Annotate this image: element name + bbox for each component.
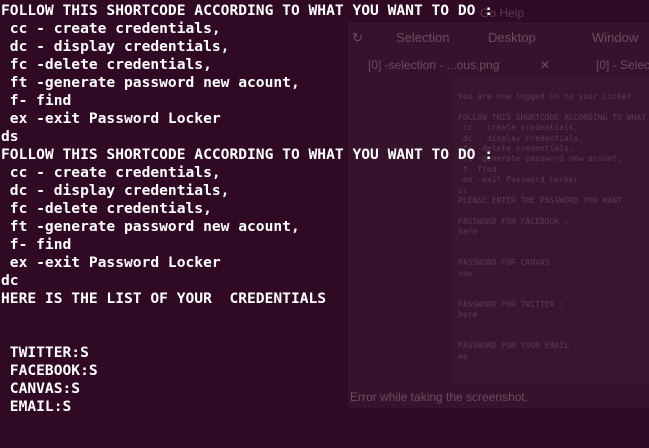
- terminal-line: fc -delete credentials,: [1, 200, 212, 217]
- terminal-line: ft -generate password new acount,: [1, 74, 300, 91]
- terminal-line: FOLLOW THIS SHORTCODE ACCORDING TO WHAT …: [1, 2, 494, 19]
- terminal-line: fc -delete credentials,: [1, 56, 212, 73]
- terminal-line: CANVAS:S: [1, 380, 81, 397]
- terminal-line: cc - create credentials,: [1, 20, 221, 37]
- terminal-line: f- find: [1, 92, 72, 109]
- terminal-line: EMAIL:S: [1, 398, 72, 415]
- terminal-line: cc - create credentials,: [1, 164, 221, 181]
- terminal-line: dc: [1, 272, 19, 289]
- terminal-line: ft -generate password new acount,: [1, 218, 300, 235]
- terminal-line: ex -exit Password Locker: [1, 110, 221, 127]
- terminal-output[interactable]: FOLLOW THIS SHORTCODE ACCORDING TO WHAT …: [1, 2, 647, 416]
- terminal-line: ex -exit Password Locker: [1, 254, 221, 271]
- terminal-line: HERE IS THE LIST OF YOUR CREDENTIALS: [1, 290, 327, 307]
- terminal-line: f- find: [1, 236, 72, 253]
- terminal-line: dc - display credentials,: [1, 182, 230, 199]
- terminal-line: ds: [1, 128, 19, 145]
- terminal-line: FOLLOW THIS SHORTCODE ACCORDING TO WHAT …: [1, 146, 494, 163]
- terminal-line: TWITTER:S: [1, 344, 89, 361]
- terminal-line: dc - display credentials,: [1, 38, 230, 55]
- terminal-line: FACEBOOK:S: [1, 362, 98, 379]
